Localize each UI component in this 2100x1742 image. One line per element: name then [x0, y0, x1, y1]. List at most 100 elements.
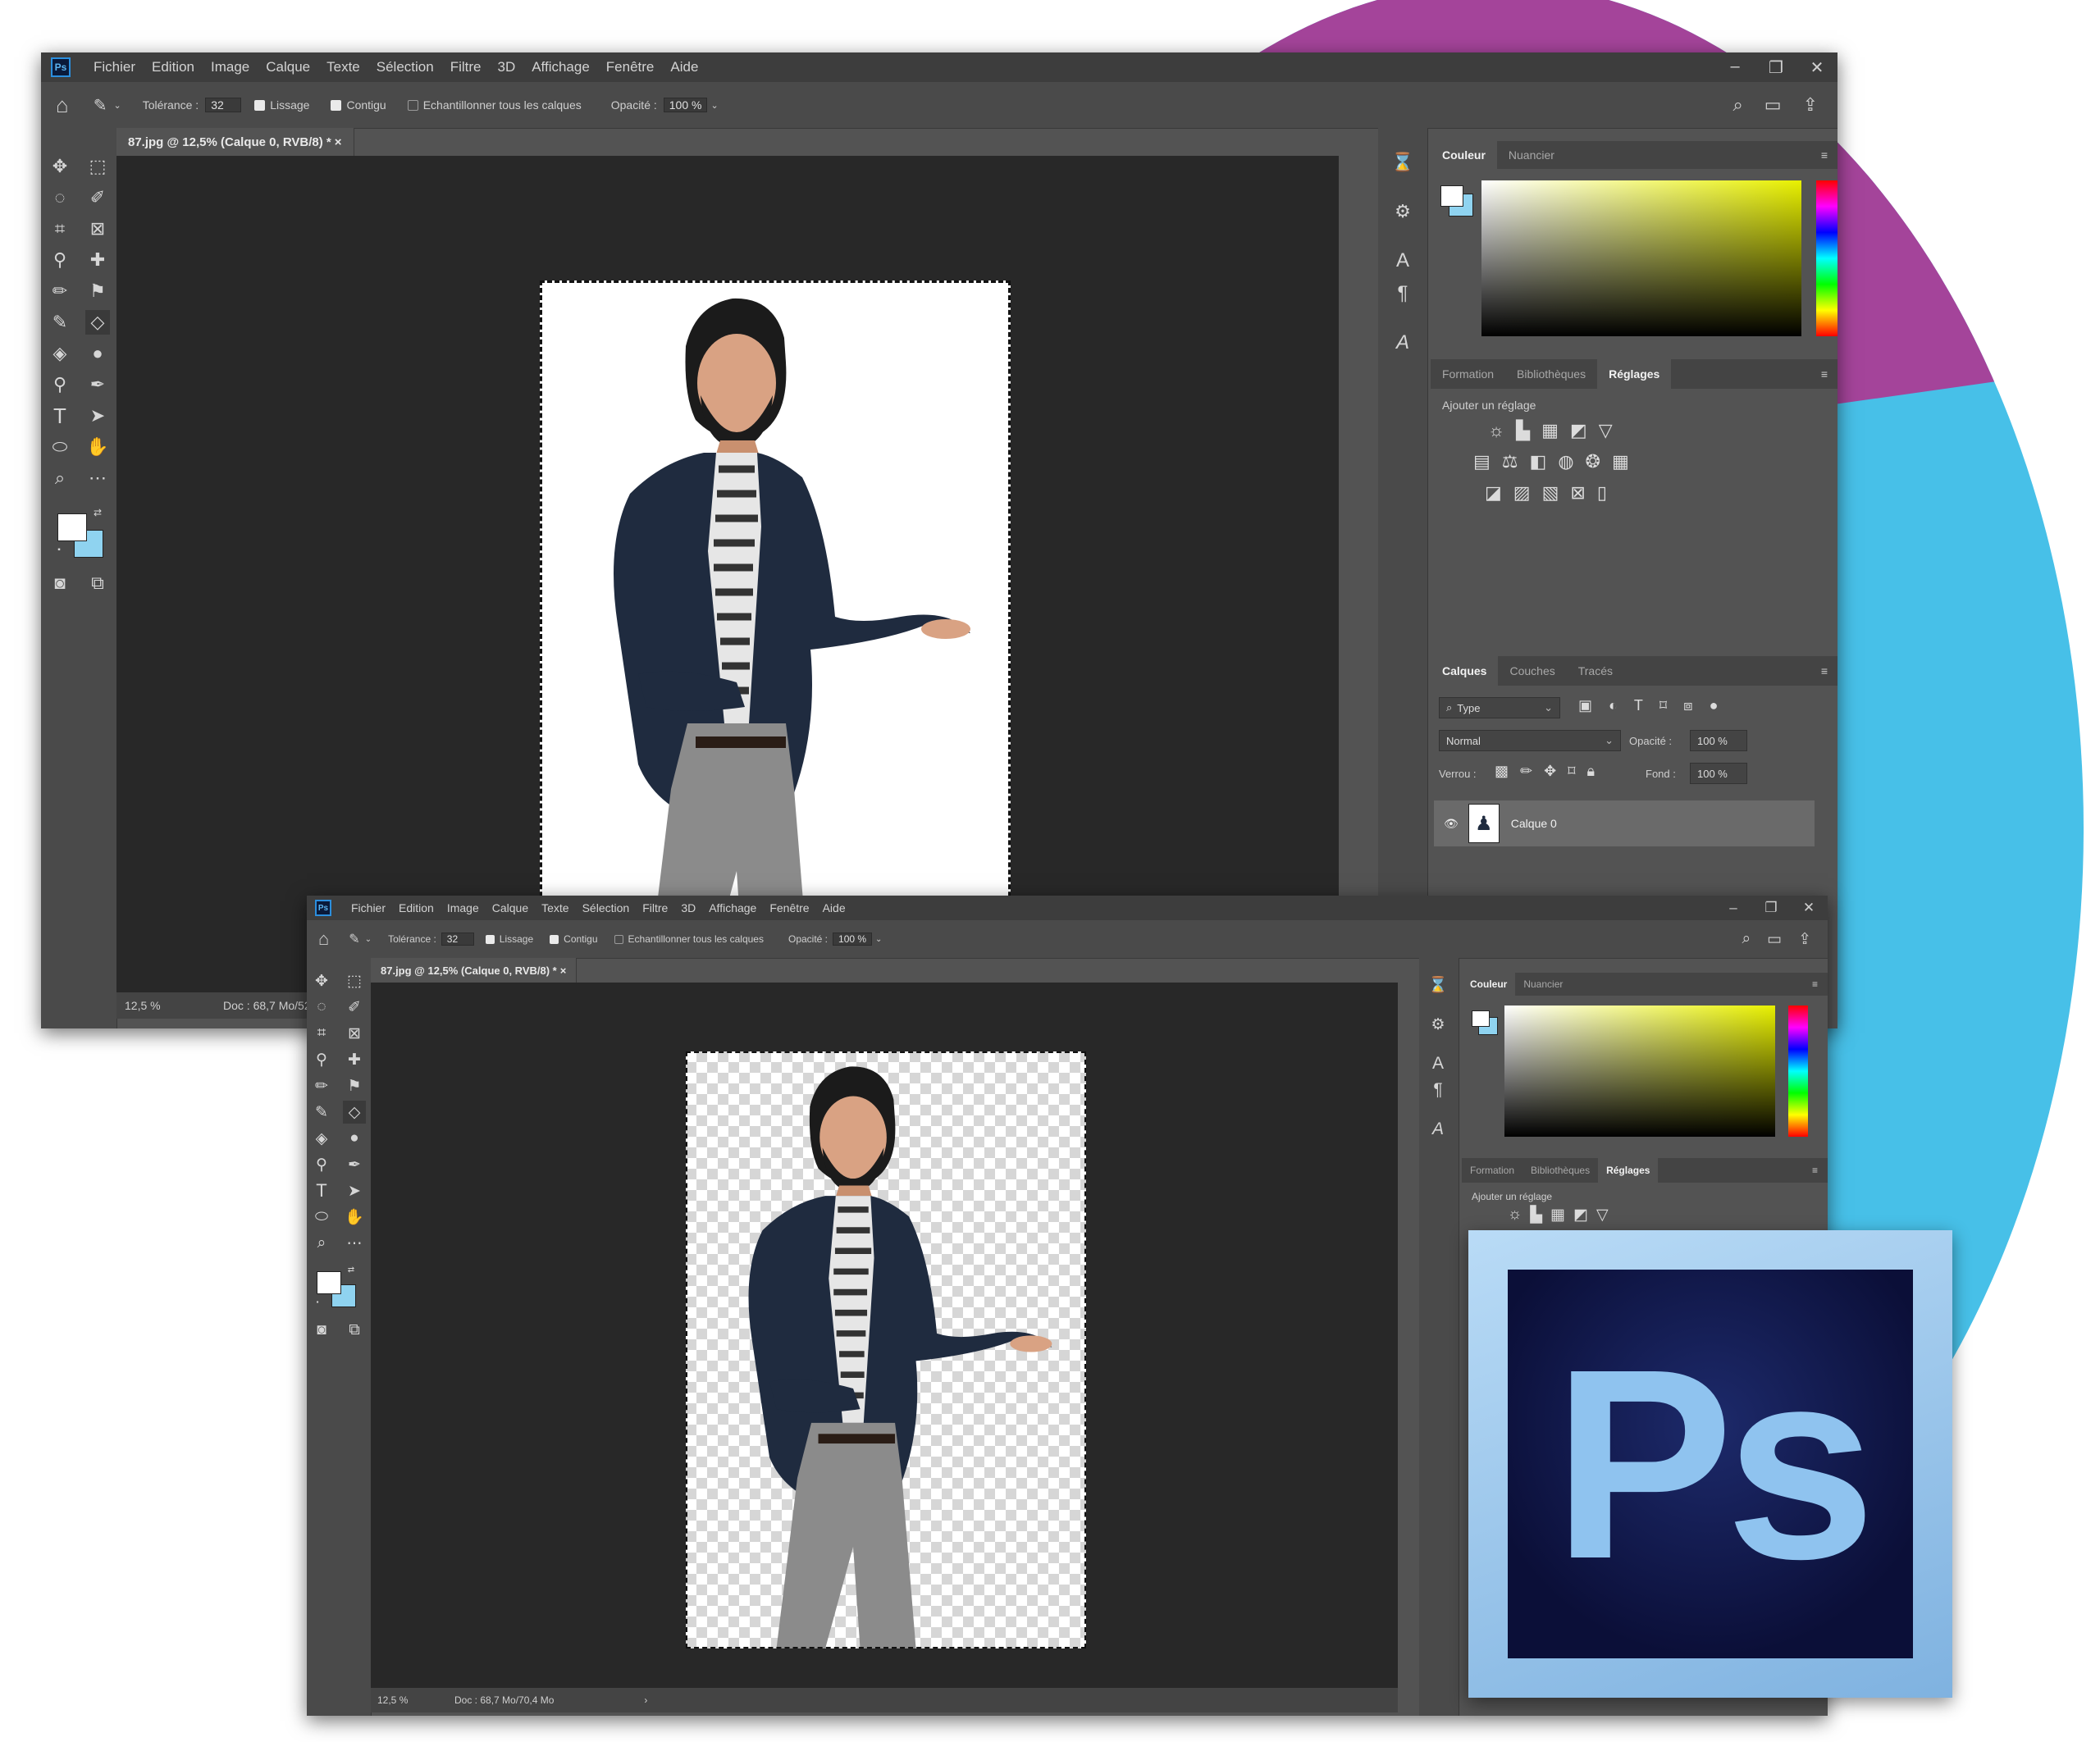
echantillonner-checkbox[interactable] — [407, 99, 418, 111]
lock-artboard-icon[interactable]: ⌑ — [1568, 763, 1575, 780]
gradient-map-icon[interactable]: ▯ — [1597, 482, 1607, 504]
filter-adjust-icon[interactable]: ◐ — [1609, 697, 1618, 714]
dodge-icon[interactable]: ⚲ — [48, 372, 72, 397]
brush-icon[interactable]: ✏ — [310, 1074, 333, 1097]
filter-toggle-icon[interactable]: ● — [1710, 697, 1719, 714]
brightness-icon[interactable]: ☼ — [1488, 420, 1504, 441]
menu-edition[interactable]: Edition — [399, 901, 434, 914]
pen-icon[interactable]: ✒ — [85, 372, 110, 397]
swap-colors-icon[interactable]: ⇄ — [92, 507, 103, 518]
stamp-icon[interactable]: ⚑ — [85, 279, 110, 303]
healing-icon[interactable]: ✚ — [343, 1048, 366, 1071]
menu-aide[interactable]: Aide — [823, 901, 846, 914]
panel-menu-icon[interactable]: ≡ — [1821, 664, 1828, 677]
lock-all-icon[interactable]: 🔒︎ — [1586, 763, 1595, 780]
menu-edition[interactable]: Edition — [152, 59, 194, 75]
filter-pixel-icon[interactable]: ▣ — [1578, 697, 1592, 714]
workspace-icon[interactable]: ▭ — [1764, 94, 1782, 116]
menu-affichage[interactable]: Affichage — [532, 59, 590, 75]
stamp-icon[interactable]: ⚑ — [343, 1074, 366, 1097]
type-tool-icon[interactable]: T — [48, 404, 72, 428]
menu-3d[interactable]: 3D — [497, 59, 515, 75]
blend-mode-dropdown[interactable]: Normal ⌄ — [1439, 730, 1621, 751]
tab-couleur[interactable]: Couleur — [1431, 141, 1497, 169]
lock-pixels-icon[interactable]: ✏ — [1520, 763, 1532, 780]
curves-icon[interactable]: ▦ — [1550, 1206, 1565, 1224]
more-tools-icon[interactable]: ⋯ — [343, 1232, 366, 1255]
curves-icon[interactable]: ▦ — [1541, 420, 1559, 441]
paint-bucket-icon[interactable]: ◈ — [48, 341, 72, 366]
chevron-down-icon[interactable]: ⌄ — [113, 100, 121, 111]
restore-icon[interactable]: ❐ — [1752, 900, 1790, 916]
status-arrow-icon[interactable]: › — [644, 1694, 647, 1706]
hand-icon[interactable]: ✋ — [85, 435, 110, 459]
tab-calques[interactable]: Calques — [1431, 656, 1499, 686]
filter-type-icon[interactable]: T — [1634, 697, 1643, 714]
share-icon[interactable]: ⇪ — [1798, 930, 1811, 949]
zoom-level[interactable]: 12,5 % — [125, 999, 215, 1012]
marquee-tool-icon[interactable]: ⬚ — [85, 154, 110, 179]
eraser-icon[interactable]: ◇ — [343, 1101, 366, 1124]
menu-filtre[interactable]: Filtre — [642, 901, 668, 914]
menu-calque[interactable]: Calque — [266, 59, 310, 75]
screen-mode-icon[interactable]: ⧉ — [343, 1319, 366, 1342]
crop-tool-icon[interactable]: ⌗ — [310, 1022, 333, 1045]
history-icon[interactable]: ⌛ — [1426, 973, 1450, 997]
chevron-down-icon[interactable]: ⌄ — [875, 935, 882, 944]
color-field[interactable] — [1504, 1006, 1775, 1137]
lock-transparent-icon[interactable]: ▩ — [1495, 763, 1509, 780]
tolerance-input[interactable]: 32 — [441, 933, 474, 946]
lock-position-icon[interactable]: ✥ — [1544, 763, 1556, 780]
filter-smart-icon[interactable]: ⧈ — [1683, 697, 1692, 714]
quick-select-icon[interactable]: ✐ — [85, 185, 110, 210]
foreground-swatch[interactable] — [1440, 185, 1463, 207]
close-icon[interactable]: ✕ — [1796, 57, 1838, 78]
tolerance-input[interactable]: 32 — [205, 98, 242, 112]
glyph-icon[interactable]: A — [1390, 330, 1416, 356]
hue-saturation-icon[interactable]: ▤ — [1473, 451, 1491, 472]
home-icon[interactable]: ⌂ — [318, 928, 329, 950]
home-icon[interactable]: ⌂ — [56, 93, 69, 118]
menu-texte[interactable]: Texte — [541, 901, 568, 914]
search-icon[interactable]: ⌕ — [1742, 930, 1751, 949]
hand-icon[interactable]: ✋ — [343, 1206, 366, 1229]
glyph-icon[interactable]: A — [1426, 1117, 1450, 1142]
hue-slider[interactable] — [1788, 1006, 1808, 1137]
history-brush-icon[interactable]: ✎ — [48, 310, 72, 335]
fill-field[interactable]: 100 % — [1690, 763, 1747, 784]
color-balance-icon[interactable]: ⚖ — [1502, 451, 1518, 472]
menu-3d[interactable]: 3D — [681, 901, 696, 914]
menu-fichier[interactable]: Fichier — [94, 59, 135, 75]
opacite-input[interactable]: 100 % — [663, 98, 708, 112]
blur-icon[interactable]: ● — [343, 1127, 366, 1150]
blur-icon[interactable]: ● — [85, 341, 110, 366]
minimize-icon[interactable]: – — [1714, 900, 1752, 916]
filter-shape-icon[interactable]: ⌑ — [1659, 697, 1667, 714]
move-tool-icon[interactable]: ✥ — [48, 154, 72, 179]
dodge-icon[interactable]: ⚲ — [310, 1153, 333, 1176]
brightness-icon[interactable]: ☼ — [1508, 1206, 1522, 1224]
properties-icon[interactable]: ⚙ — [1426, 1012, 1450, 1037]
chevron-down-icon[interactable]: ⌄ — [365, 935, 372, 944]
menu-image[interactable]: Image — [447, 901, 479, 914]
magic-eraser-icon[interactable]: ✎ — [349, 931, 359, 947]
close-tab-icon[interactable]: × — [560, 964, 567, 977]
quick-mask-icon[interactable]: ◙ — [48, 571, 72, 595]
eraser-icon[interactable]: ◇ — [85, 310, 110, 335]
quick-mask-icon[interactable]: ◙ — [310, 1319, 333, 1342]
opacity-field[interactable]: 100 % — [1690, 730, 1747, 751]
tab-traces[interactable]: Tracés — [1567, 656, 1624, 686]
exposure-icon[interactable]: ◩ — [1570, 420, 1587, 441]
ellipse-icon[interactable]: ⬭ — [310, 1206, 333, 1229]
magic-eraser-icon[interactable]: ✎ — [94, 95, 107, 116]
more-tools-icon[interactable]: ⋯ — [85, 466, 110, 490]
black-white-icon[interactable]: ◧ — [1530, 451, 1547, 472]
restore-icon[interactable]: ❐ — [1755, 57, 1796, 78]
levels-icon[interactable]: ▙ — [1530, 1206, 1542, 1224]
layer-row[interactable]: 👁︎ ♟ Calque 0 — [1434, 800, 1815, 846]
tab-bibliotheques[interactable]: Bibliothèques — [1505, 359, 1597, 389]
menu-filtre[interactable]: Filtre — [450, 59, 482, 75]
menu-image[interactable]: Image — [211, 59, 249, 75]
vibrance-icon[interactable]: ▽ — [1599, 420, 1613, 441]
close-tab-icon[interactable]: × — [335, 135, 342, 149]
